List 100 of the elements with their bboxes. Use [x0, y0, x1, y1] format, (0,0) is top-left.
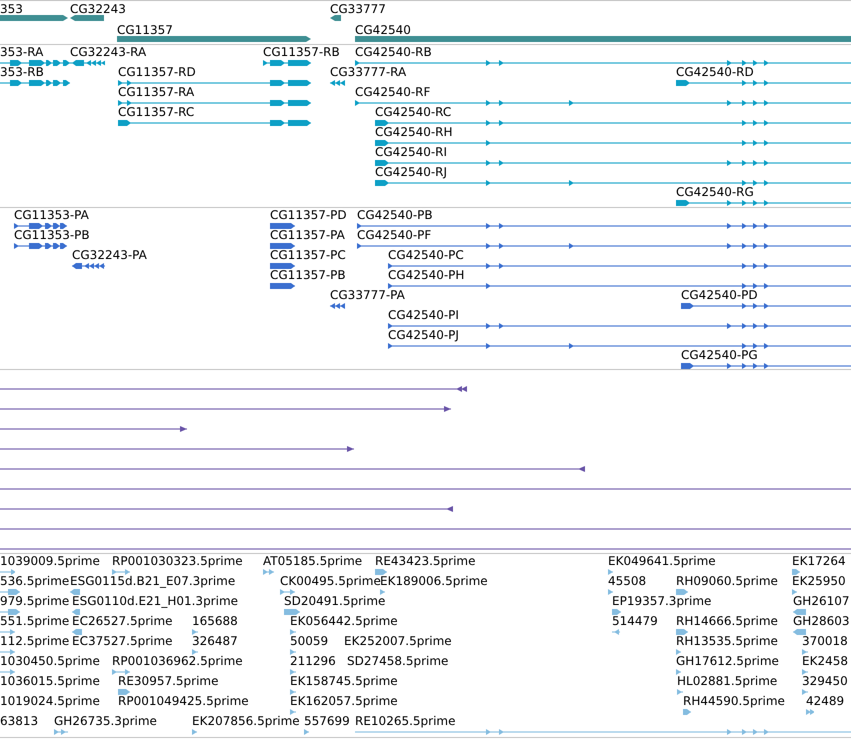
feature-label: CG42540-PF [357, 228, 432, 242]
feature-label: EK056442.5prime [290, 614, 398, 628]
feature-label: GH26735.3prime [54, 714, 157, 728]
feature-label: EK049641.5prime [608, 554, 716, 568]
feature-label: 353-RB [0, 65, 44, 79]
feature-label: CG42540-PI [388, 308, 459, 322]
feature-label: CG11353-PA [14, 208, 89, 222]
protein-glyph [72, 262, 105, 270]
feature-label: GH17612.5prime [676, 654, 779, 668]
est-glyph [802, 668, 808, 676]
feature-label: 551.5prime [0, 614, 70, 628]
protein-glyph [270, 262, 295, 270]
est-glyph [612, 628, 620, 636]
feature-label: CG11357-PB [270, 268, 346, 282]
gene-bar [70, 14, 104, 22]
feature-label: CG42540-PJ [388, 328, 459, 342]
est-glyph [54, 728, 68, 736]
est-glyph [290, 628, 296, 636]
est-glyph [612, 608, 621, 616]
est-glyph [802, 688, 808, 696]
feature-label: CG11357 [117, 23, 173, 37]
feature-label: CG42540-RG [676, 185, 754, 199]
feature-label: EK17264 [792, 554, 846, 568]
est-glyph [112, 568, 130, 576]
feature-label: CG11357-RB [263, 45, 340, 59]
feature-label: EP19357.3prime [612, 594, 712, 608]
feature-label: 45508 [608, 574, 646, 588]
est-glyph [676, 668, 681, 676]
protein-glyph [270, 242, 295, 250]
feature-label: EK158745.5prime [290, 674, 398, 688]
est-glyph [290, 708, 296, 716]
est-glyph [263, 568, 274, 576]
feature-label: 329450 [802, 674, 848, 688]
feature-label: CG42540-PH [388, 268, 464, 282]
feature-label: SD20491.5prime [284, 594, 386, 608]
feature-label: RH44590.5prime [683, 694, 785, 708]
feature-label: CG11353-PB [14, 228, 90, 242]
feature-label: 370018 [802, 634, 848, 648]
est-glyph [72, 608, 80, 616]
protein-glyph [270, 282, 295, 290]
feature-label: 63813 [0, 714, 38, 728]
feature-label: 557699 [304, 714, 350, 728]
est-glyph [792, 588, 797, 596]
feature-label: CG42540-PC [388, 248, 464, 262]
feature-label: RE43423.5prime [375, 554, 476, 568]
feature-label: 211296 [290, 654, 336, 668]
est-glyph [676, 648, 681, 656]
feature-label: 1030450.5prime [0, 654, 100, 668]
est-glyph [0, 568, 15, 576]
feature-label: CG42540 [355, 23, 411, 37]
est-glyph [380, 588, 385, 596]
feature-label: CG42540-RC [375, 105, 452, 119]
feature-label: RE10265.5prime [355, 714, 456, 728]
est-glyph [0, 628, 15, 636]
est-glyph [192, 648, 198, 656]
feature-label: EK162057.5prime [290, 694, 398, 708]
est-glyph [290, 668, 296, 676]
feature-label: CG33777-RA [330, 65, 406, 79]
est-glyph [683, 708, 691, 716]
feature-label: 326487 [192, 634, 238, 648]
protein-glyph [330, 302, 345, 310]
est-glyph [806, 708, 814, 716]
gene-bar [0, 14, 68, 22]
est-glyph [290, 648, 296, 656]
est-glyph [118, 688, 130, 696]
feature-label: EK252007.5prime [344, 634, 452, 648]
est-glyph [677, 688, 683, 696]
feature-label: EC37527.5prime [72, 634, 173, 648]
feature-label: EK2458 [802, 654, 848, 668]
est-glyph [290, 688, 296, 696]
est-glyph [192, 628, 198, 636]
est-glyph [0, 588, 20, 596]
feature-label: 514479 [612, 614, 658, 628]
transcript-glyph [330, 79, 345, 87]
feature-label: HL02881.5prime [677, 674, 778, 688]
feature-label: CG42540-RB [355, 45, 432, 59]
feature-label: CG42540-PD [681, 288, 758, 302]
feature-label: ESG0115d.B21_E07.3prime [70, 574, 236, 588]
protein-glyph [14, 242, 67, 250]
feature-label: CG11357-PC [270, 248, 346, 262]
feature-label: RE30957.5prime [118, 674, 218, 688]
est-glyph [112, 668, 130, 676]
feature-label: CG42540-RI [375, 145, 448, 159]
transcript-glyph [0, 79, 70, 87]
est-glyph [793, 628, 806, 636]
est-glyph [72, 628, 82, 636]
est-glyph [0, 608, 20, 616]
est-glyph [304, 728, 309, 736]
est-glyph [70, 588, 80, 596]
protein-glyph [270, 222, 295, 230]
feature-label: CG42540-RF [355, 85, 430, 99]
feature-label: CG42540-PB [357, 208, 433, 222]
est-glyph [284, 608, 300, 616]
est-glyph [280, 588, 295, 596]
feature-label: RH13535.5prime [676, 634, 778, 648]
feature-label: CG11357-RD [118, 65, 196, 79]
transcript-glyph [263, 59, 311, 67]
feature-label: CK00495.5prime [280, 574, 381, 588]
protein-glyph [14, 222, 67, 230]
feature-label: CG11357-RC [118, 105, 194, 119]
